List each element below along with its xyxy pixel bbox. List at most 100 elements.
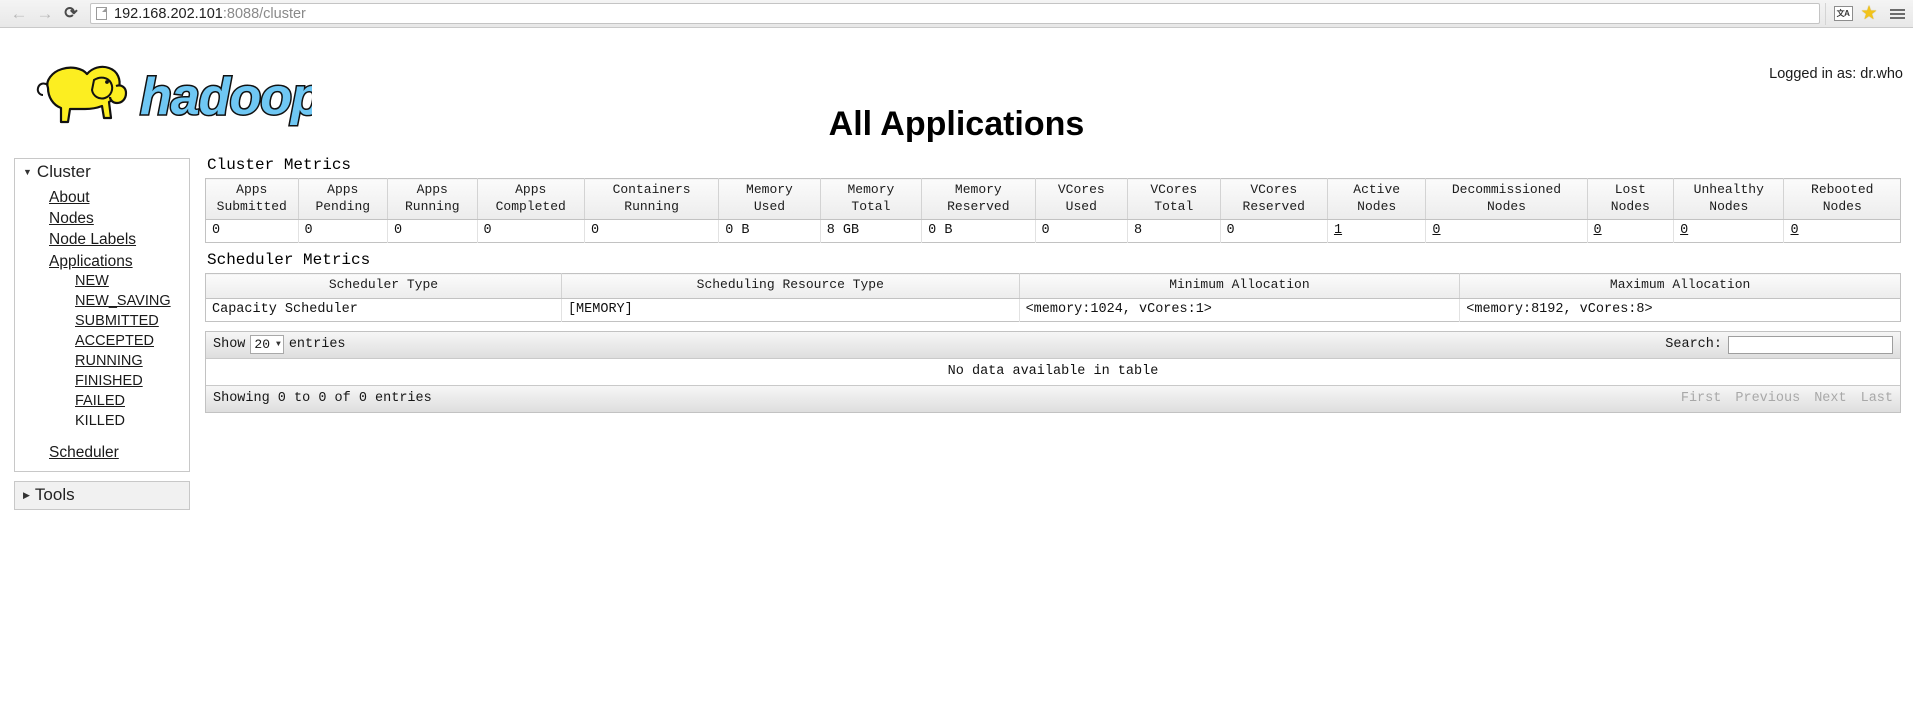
back-arrow-icon[interactable]: ← xyxy=(6,2,32,26)
cluster-metrics-col-apps-submitted: Apps Submitted xyxy=(205,178,299,221)
sidebar-tools-header[interactable]: ▶ Tools xyxy=(15,482,189,509)
pagination-first[interactable]: First xyxy=(1681,391,1722,406)
col-label-line2: Nodes xyxy=(1486,198,1526,214)
metric-link[interactable]: 0 xyxy=(1432,223,1440,238)
pagination-last[interactable]: Last xyxy=(1861,391,1893,406)
col-label-line1: Apps xyxy=(515,182,547,197)
bookmark-star-icon[interactable]: ★ xyxy=(1857,3,1881,25)
cluster-metrics-col-memory-used: Memory Used xyxy=(718,178,821,221)
chevron-down-icon: ▼ xyxy=(23,167,32,177)
hamburger-menu-icon[interactable] xyxy=(1883,3,1907,25)
forward-arrow-icon[interactable]: → xyxy=(32,2,58,26)
scheduler-metrics-header-row: Scheduler Type Scheduling Resource Type Mi… xyxy=(205,273,1901,299)
col-label-line1: Decommissioned xyxy=(1451,182,1562,197)
empty-state-message: No data available in table xyxy=(206,358,1900,386)
cluster-metrics-value-vcores-reserved: 0 xyxy=(1220,219,1328,243)
cluster-metrics-title: Cluster Metrics xyxy=(207,156,352,174)
cluster-metrics-value-vcores-used: 0 xyxy=(1035,219,1129,243)
col-label-line2: Reserved xyxy=(947,198,1010,214)
sidebar-item-failed[interactable]: FAILED xyxy=(15,392,189,412)
col-label-line1: Apps xyxy=(416,182,448,197)
sidebar-item-scheduler[interactable]: Scheduler xyxy=(15,442,189,463)
scheduler-metrics-value-maximum-allocation: <memory:8192, vCores:8> xyxy=(1459,298,1901,322)
col-label-line2: Pending xyxy=(315,198,371,214)
sidebar-item-submitted[interactable]: SUBMITTED xyxy=(15,312,189,332)
search-input[interactable] xyxy=(1728,335,1893,354)
cluster-metrics-col-apps-running: Apps Running xyxy=(387,178,478,221)
datatable-info: Showing 0 to 0 of 0 entries xyxy=(213,391,432,407)
sidebar-cluster-header[interactable]: ▼ Cluster xyxy=(15,159,189,187)
reload-icon[interactable]: ⟳ xyxy=(58,2,84,26)
pagination-next[interactable]: Next xyxy=(1814,391,1846,406)
url-text: 192.168.202.101:8088/cluster xyxy=(114,6,306,22)
col-label-line2: Total xyxy=(851,198,891,214)
col-label-line1: VCores xyxy=(1150,182,1198,197)
sidebar-item-accepted[interactable]: ACCEPTED xyxy=(15,332,189,352)
sidebar-tools-panel[interactable]: ▶ Tools xyxy=(14,480,190,510)
scheduler-metrics-col-minimum-allocation: Minimum Allocation xyxy=(1019,273,1461,299)
entries-label: entries xyxy=(288,337,346,353)
cluster-metrics-col-vcores-total: VCores Total xyxy=(1127,178,1221,221)
metric-link[interactable]: 0 xyxy=(1594,223,1602,238)
col-label-line2: Used xyxy=(1065,198,1097,214)
col-label-line2: Used xyxy=(753,198,786,214)
sidebar-item-nodes[interactable]: Nodes xyxy=(15,208,189,229)
sidebar-item-killed[interactable]: KILLED xyxy=(15,412,189,432)
sidebar-item-new-saving[interactable]: NEW_SAVING xyxy=(15,292,189,312)
browser-actions: 文A ★ xyxy=(1825,2,1907,25)
chevron-down-icon: ▼ xyxy=(276,340,281,350)
address-bar[interactable]: 192.168.202.101:8088/cluster xyxy=(90,3,1820,24)
cluster-metrics-value-memory-total: 8 GB xyxy=(820,219,923,243)
translate-icon[interactable]: 文A xyxy=(1831,3,1855,25)
sidebar-item-about[interactable]: About xyxy=(15,187,189,208)
sidebar-item-applications[interactable]: Applications xyxy=(15,251,189,272)
page-document-icon xyxy=(96,7,107,20)
scheduler-metrics-value-row: Capacity Scheduler [MEMORY] <memory:1024, … xyxy=(205,298,1901,322)
scheduler-metrics-col-maximum-allocation: Maximum Allocation xyxy=(1459,273,1901,299)
sidebar-item-node-labels[interactable]: Node Labels xyxy=(15,229,189,250)
metric-link[interactable]: 1 xyxy=(1334,223,1342,238)
cluster-metrics-col-vcores-reserved: VCores Reserved xyxy=(1220,178,1328,221)
chevron-right-icon: ▶ xyxy=(23,489,30,500)
cluster-metrics-value-containers-running: 0 xyxy=(584,219,720,243)
cluster-metrics-value-apps-pending: 0 xyxy=(298,219,389,243)
col-label-line1: Containers xyxy=(612,182,691,197)
metric-link[interactable]: 0 xyxy=(1790,223,1798,238)
cluster-metrics-value-lost-nodes[interactable]: 0 xyxy=(1587,219,1675,243)
metric-link[interactable]: 0 xyxy=(1680,223,1688,238)
cluster-metrics-col-containers-running: Containers Running xyxy=(584,178,720,221)
cluster-metrics-value-row: 000000 B8 GB 0 B08010000 xyxy=(205,219,1901,243)
sidebar-item-running[interactable]: RUNNING xyxy=(15,352,189,372)
sidebar: ▼ Cluster About Nodes Node Labels Applica… xyxy=(14,158,190,519)
cluster-metrics-value-apps-running: 0 xyxy=(387,219,478,243)
datatable-footer: Showing 0 to 0 of 0 entries First Previo… xyxy=(206,385,1900,412)
col-label-line2: Completed xyxy=(495,198,566,214)
cluster-metrics-value-apps-completed: 0 xyxy=(477,219,585,243)
col-label-line1: Rebooted xyxy=(1811,182,1874,197)
col-label-line1: VCores xyxy=(1250,182,1298,197)
show-label: Show xyxy=(213,337,246,353)
col-label-line2: Reserved xyxy=(1242,198,1305,214)
entries-length-value: 20 xyxy=(254,337,271,353)
url-path: :8088/cluster xyxy=(222,5,306,22)
sidebar-item-finished[interactable]: FINISHED xyxy=(15,372,189,392)
datatable-toolbar: Show 20 ▼ entries Search: xyxy=(206,331,1900,359)
cluster-metrics-col-decommissioned-nodes: Decommissioned Nodes xyxy=(1425,178,1588,221)
cluster-metrics-col-unhealthy-nodes: Unhealthy Nodes xyxy=(1673,178,1785,221)
cluster-metrics-value-rebooted-nodes[interactable]: 0 xyxy=(1783,219,1901,243)
pagination-previous[interactable]: Previous xyxy=(1735,391,1800,406)
page-content: Logged in as: dr.who hadoop All Applicat… xyxy=(0,28,1913,708)
sidebar-cluster-label: Cluster xyxy=(36,162,91,181)
cluster-metrics-value-active-nodes[interactable]: 1 xyxy=(1327,219,1427,243)
col-label-line1: Memory xyxy=(954,182,1002,197)
cluster-metrics-value-unhealthy-nodes[interactable]: 0 xyxy=(1673,219,1785,243)
entries-length-select[interactable]: 20 ▼ xyxy=(250,335,284,355)
logged-in-user: Logged in as: dr.who xyxy=(1769,66,1903,82)
search-label: Search: xyxy=(1665,337,1722,353)
sidebar-item-new[interactable]: NEW xyxy=(15,272,189,292)
scheduler-metrics-value-scheduling-resource-type: [MEMORY] xyxy=(561,298,1020,322)
col-label-line1: Lost xyxy=(1614,182,1646,197)
datatable-length-control: Show 20 ▼ entries xyxy=(213,335,346,355)
cluster-metrics-header-row: Apps Submitted Apps Pending Apps Running Apps C… xyxy=(205,178,1901,221)
cluster-metrics-value-decommissioned-nodes[interactable]: 0 xyxy=(1425,219,1588,243)
